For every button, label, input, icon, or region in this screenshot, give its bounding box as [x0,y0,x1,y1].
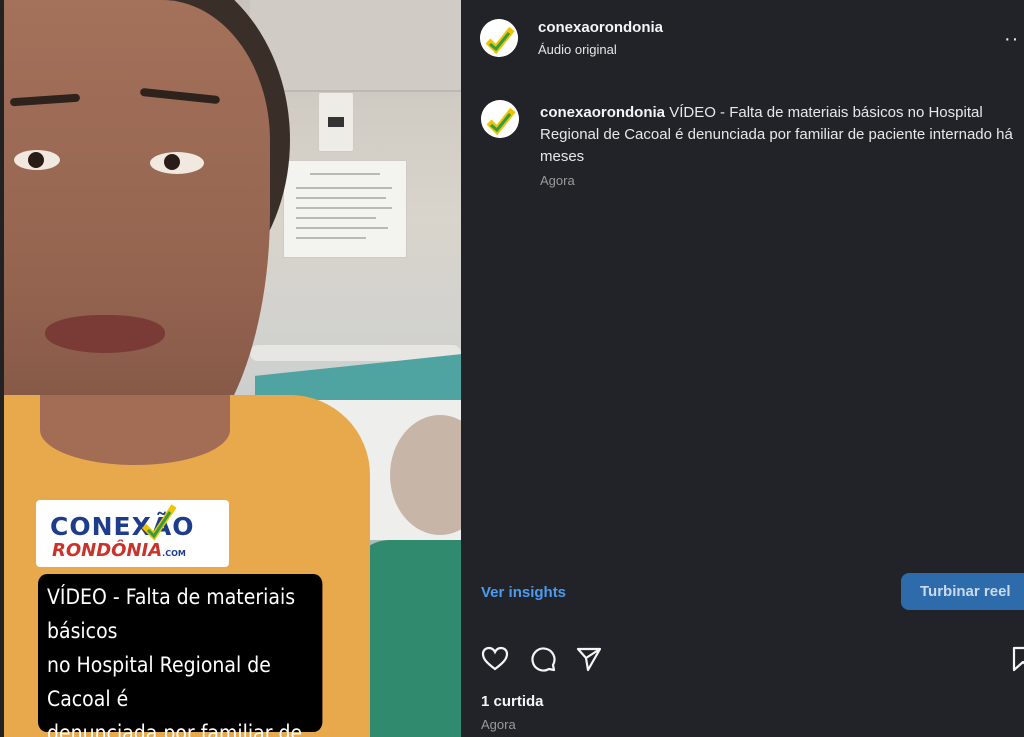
logo-line2: RONDÔNIA.COM [52,540,186,561]
likes-count[interactable]: 1 curtida [481,693,544,710]
heart-icon[interactable] [481,645,509,673]
comment-icon[interactable] [529,645,557,673]
view-insights-link[interactable]: Ver insights [481,584,566,601]
post-timestamp: Agora [481,717,516,732]
caption-username[interactable]: conexaorondonia [540,104,665,121]
video-caption: VÍDEO - Falta de materiais básicos no Ho… [38,574,323,737]
post-details-panel: conexaorondonia Áudio original ·· conexa… [461,0,1024,737]
video-wall-switch [318,92,354,152]
video-wall [250,0,461,92]
brand-logo-overlay: CONEXÃO RONDÔNIA.COM [36,500,229,567]
header-avatar[interactable] [480,19,518,57]
avatar-logo-icon [481,100,519,138]
boost-reel-button[interactable]: Turbinar reel [901,573,1024,610]
logo-check-icon [141,504,177,541]
header-audio-link[interactable]: Áudio original [538,42,617,57]
caption-time: Agora [540,173,575,188]
caption-avatar[interactable] [481,100,519,138]
reel-video[interactable]: CONEXÃO RONDÔNIA.COM VÍDEO - Falta de ma… [0,0,461,737]
header-username[interactable]: conexaorondonia [538,19,663,36]
video-wall-poster [283,160,407,258]
post-caption: conexaorondonia VÍDEO - Falta de materia… [540,102,1020,168]
reel-viewer: CONEXÃO RONDÔNIA.COM VÍDEO - Falta de ma… [0,0,1024,737]
bookmark-icon[interactable] [1009,645,1024,673]
more-horizontal-icon[interactable]: ·· [1004,28,1019,51]
avatar-logo-icon [480,19,518,57]
send-icon[interactable] [575,645,603,673]
